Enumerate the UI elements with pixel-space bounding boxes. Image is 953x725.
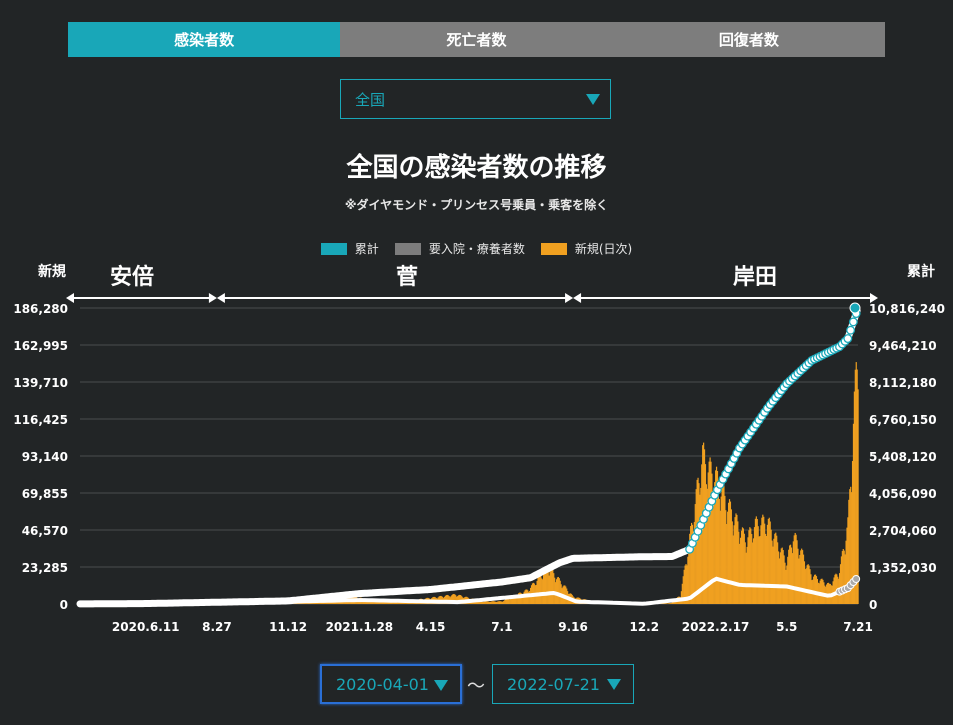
y-right-tick-label: 8,112,180 xyxy=(869,376,937,390)
start-date-value: 2020-04-01 xyxy=(336,674,429,694)
era-arrow-right-icon xyxy=(208,293,217,303)
x-tick-label: 12.2 xyxy=(629,620,659,634)
chevron-down-icon xyxy=(434,680,448,691)
x-tick-label: 7.21 xyxy=(843,620,873,634)
y-left-tick-label: 46,570 xyxy=(22,524,68,538)
y-right-tick-label: 0 xyxy=(869,598,877,612)
y-right-tick-label: 9,464,210 xyxy=(869,339,937,353)
y-left-tick-label: 0 xyxy=(60,598,68,612)
start-date-select[interactable]: 2020-04-01 xyxy=(320,664,462,704)
y-right-tick-label: 2,704,060 xyxy=(869,524,937,538)
y-left-tick-label: 116,425 xyxy=(13,413,68,427)
range-separator: 〜 xyxy=(467,676,485,697)
y-left-tick-label: 162,995 xyxy=(13,339,68,353)
x-tick-label: 5.5 xyxy=(776,620,797,634)
x-tick-label: 7.1 xyxy=(491,620,512,634)
y-right-tick-label: 5,408,120 xyxy=(869,450,937,464)
y-left-tick-label: 69,855 xyxy=(22,487,68,501)
era-arrow-right-icon xyxy=(565,293,574,303)
y-left-tick-label: 139,710 xyxy=(13,376,68,390)
hospitalized-point xyxy=(852,575,861,584)
y-right-tick-label: 1,352,030 xyxy=(869,561,937,575)
cumulative-point xyxy=(848,317,858,327)
y-right-tick-label: 10,816,240 xyxy=(869,302,945,316)
chevron-down-icon xyxy=(607,679,621,690)
y-right-tick-label: 6,760,150 xyxy=(869,413,937,427)
x-tick-label: 11.12 xyxy=(269,620,307,634)
chart-canvas: 0 0 23,285 1,352,030 46,570 2,704,060 69,855 4,… xyxy=(13,293,945,634)
y-right-tick-label: 4,056,090 xyxy=(869,487,937,501)
cumulative-point xyxy=(846,325,856,335)
x-tick-label: 2020.6.11 xyxy=(112,620,180,634)
era-arrow-left-icon xyxy=(216,293,225,303)
x-tick-label: 9.16 xyxy=(558,620,588,634)
era-arrow-left-icon xyxy=(573,293,582,303)
end-date-select[interactable]: 2022-07-21 xyxy=(492,664,634,704)
x-tick-label: 2021.1.28 xyxy=(326,620,394,634)
y-left-tick-label: 186,280 xyxy=(13,302,68,316)
cumulative-point xyxy=(843,334,853,343)
x-tick-label: 4.15 xyxy=(416,620,446,634)
x-tick-label: 8.27 xyxy=(202,620,232,634)
x-tick-label: 2022.2.17 xyxy=(682,620,750,634)
y-left-tick-label: 93,140 xyxy=(22,450,68,464)
cumulative-end-point xyxy=(849,302,861,314)
bar-new-daily xyxy=(857,389,859,604)
end-date-value: 2022-07-21 xyxy=(507,674,600,694)
y-left-tick-label: 23,285 xyxy=(22,561,68,575)
